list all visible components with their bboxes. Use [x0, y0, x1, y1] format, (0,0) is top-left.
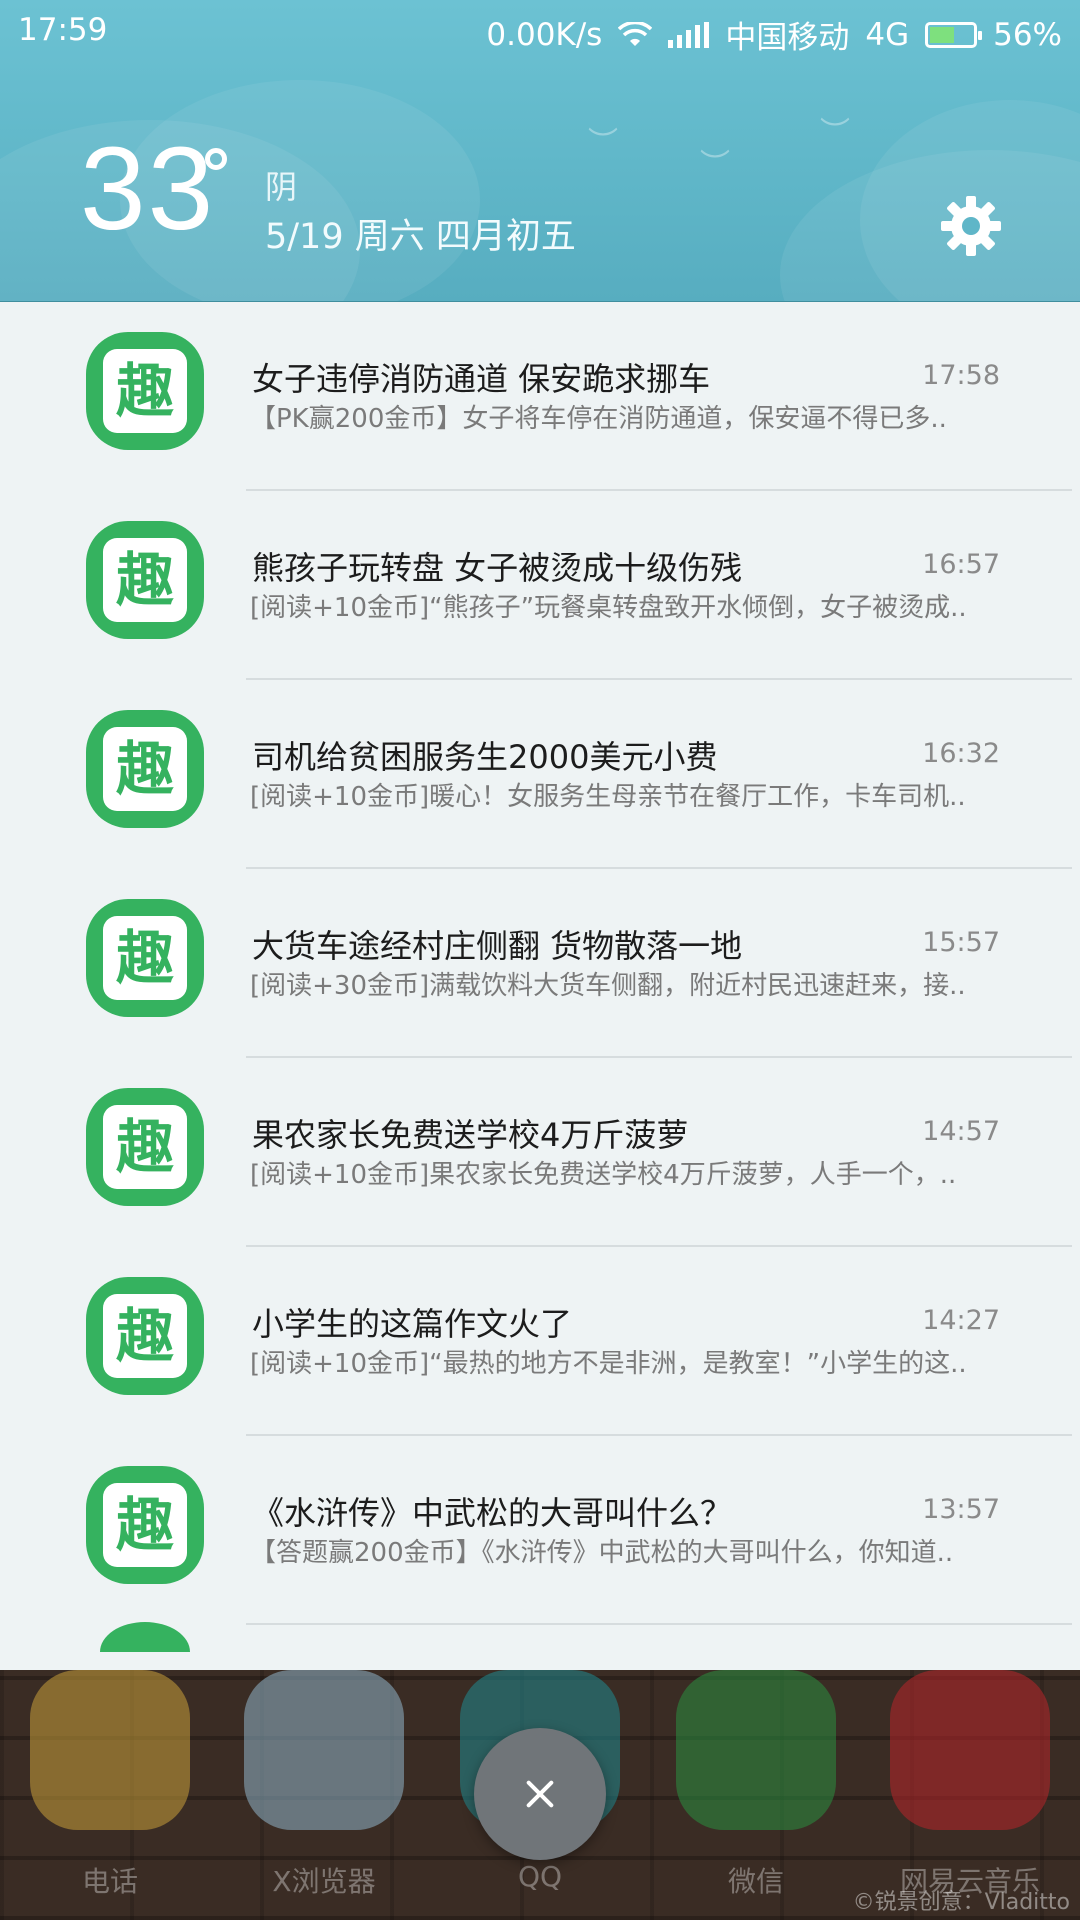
notification-title: 司机给贫困服务生2000美元小费	[252, 738, 718, 776]
status-bar: 17:59 0.00K/s 中国移动 4G 56%	[0, 0, 1080, 62]
qutoutiao-app-icon: 趣	[86, 899, 204, 1017]
notification-title: 大货车途经村庄侧翻 货物散落一地	[252, 927, 743, 965]
notification-title: 果农家长免费送学校4万斤菠萝	[252, 1116, 689, 1154]
notification-body: [阅读+10金币]“最热的地方不是非洲，是教室！”小学生的这..	[250, 1349, 967, 1379]
notification-header: ︶ ︶ ︶ 17:59 0.00K/s 中国移动 4G 56% 33 阴 5/1…	[0, 0, 1080, 302]
divider	[246, 1623, 1072, 1625]
notification-time: 16:32	[922, 738, 1000, 769]
notification-item[interactable]: 趣 熊孩子玩转盘 女子被烫成十级伤残 16:57 [阅读+10金币]“熊孩子”玩…	[0, 491, 1080, 680]
qutoutiao-app-icon: 趣	[86, 332, 204, 450]
bird-decoration: ︶	[588, 126, 618, 161]
clear-notifications-button[interactable]	[474, 1728, 606, 1860]
network-speed: 0.00K/s	[486, 16, 603, 53]
notification-title: 女子违停消防通道 保安跪求挪车	[252, 360, 711, 398]
qutoutiao-app-icon: 趣	[86, 1088, 204, 1206]
notification-item[interactable]: 趣 大货车途经村庄侧翻 货物散落一地 15:57 [阅读+30金币]满载饮料大货…	[0, 869, 1080, 1058]
weather-condition: 阴	[265, 168, 298, 206]
notification-item[interactable]: 趣 果农家长免费送学校4万斤菠萝 14:57 [阅读+10金币]果农家长免费送学…	[0, 1058, 1080, 1247]
notification-list: 趣 女子违停消防通道 保安跪求挪车 17:58 【PK赢200金币】女子将车停在…	[0, 302, 1080, 1670]
notification-item[interactable]: 趣 女子违停消防通道 保安跪求挪车 17:58 【PK赢200金币】女子将车停在…	[0, 302, 1080, 491]
notification-body: 【PK赢200金币】女子将车停在消防通道，保安逼不得已多..	[250, 404, 947, 434]
degree-symbol	[205, 148, 227, 170]
phone-icon	[30, 1670, 190, 1830]
notification-time: 15:57	[922, 927, 1000, 958]
x-browser-icon	[244, 1670, 404, 1830]
date-text: 5/19 周六 四月初五	[265, 217, 576, 257]
notification-time: 17:58	[922, 360, 1000, 391]
notification-body: [阅读+10金币]“熊孩子”玩餐桌转盘致开水倾倒，女子被烫成..	[250, 593, 967, 623]
bird-decoration: ︶	[700, 148, 730, 183]
notification-time: 14:27	[922, 1305, 1000, 1336]
notification-title: 《水浒传》中武松的大哥叫什么？	[252, 1494, 733, 1532]
notification-body: [阅读+10金币]暖心！女服务生母亲节在餐厅工作，卡车司机..	[250, 782, 966, 812]
carrier-name: 中国移动	[725, 20, 850, 56]
cell-signal-icon	[668, 21, 710, 48]
notification-body: [阅读+10金币]果农家长免费送学校4万斤菠萝，人手一个，..	[250, 1160, 957, 1190]
notification-body: 【答题赢200金币】《水浒传》中武松的大哥叫什么，你知道..	[250, 1538, 954, 1568]
watermark: ©锐景创意：Vladitto	[852, 1890, 1070, 1915]
notification-item[interactable]: 趣 司机给贫困服务生2000美元小费 16:32 [阅读+10金币]暖心！女服务…	[0, 680, 1080, 869]
battery-percent: 56%	[993, 16, 1062, 53]
notification-time: 13:57	[922, 1494, 1000, 1525]
wechat-icon	[676, 1670, 836, 1830]
notification-time: 14:57	[922, 1116, 1000, 1147]
qutoutiao-app-icon: 趣	[86, 710, 204, 828]
wifi-icon	[618, 21, 653, 46]
dock-app-label: X浏览器	[272, 1865, 376, 1898]
dock-app-label: 微信	[727, 1865, 784, 1898]
notification-item[interactable]: 趣 小学生的这篇作文火了 14:27 [阅读+10金币]“最热的地方不是非洲，是…	[0, 1247, 1080, 1436]
qutoutiao-app-icon	[100, 1622, 190, 1652]
dock-app-label: 电话	[81, 1865, 138, 1898]
notification-title: 熊孩子玩转盘 女子被烫成十级伤残	[252, 549, 743, 587]
network-type: 4G	[865, 16, 910, 53]
notification-item[interactable]: 趣 《水浒传》中武松的大哥叫什么？ 13:57 【答题赢200金币】《水浒传》中…	[0, 1436, 1080, 1625]
qutoutiao-app-icon: 趣	[86, 1466, 204, 1584]
notification-title: 小学生的这篇作文火了	[252, 1305, 573, 1343]
dock-app-label: QQ	[517, 1860, 563, 1893]
battery-icon	[925, 21, 983, 48]
qutoutiao-app-icon: 趣	[86, 1277, 204, 1395]
qutoutiao-app-icon: 趣	[86, 521, 204, 639]
netease-music-icon	[890, 1670, 1050, 1830]
temperature: 33	[80, 123, 216, 255]
bird-decoration: ︶	[820, 116, 850, 151]
status-time: 17:59	[18, 12, 108, 48]
notification-time: 16:57	[922, 549, 1000, 580]
notification-body: [阅读+30金币]满载饮料大货车侧翻，附近村民迅速赶来，接..	[250, 971, 966, 1001]
settings-gear-icon[interactable]	[940, 195, 1002, 257]
